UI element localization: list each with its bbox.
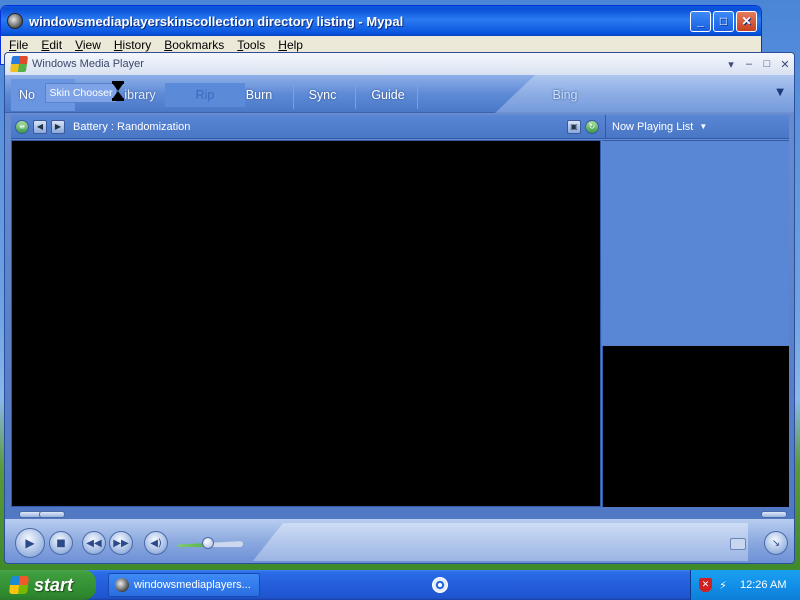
browser-title: windowsmediaplayerskinscollection direct… bbox=[29, 13, 404, 29]
now-playing-list-dropdown[interactable]: Now Playing List ▼ bbox=[605, 114, 789, 139]
chevron-down-icon: ▼ bbox=[699, 122, 708, 131]
skin-mode-icon[interactable]: ↻ bbox=[585, 119, 599, 134]
menu-bookmarks[interactable]: Bookmarks bbox=[164, 38, 224, 52]
fullscreen-icon[interactable]: ▣ bbox=[567, 119, 581, 134]
playlist-details-panel bbox=[602, 346, 789, 507]
resize-handle-left-2[interactable] bbox=[39, 511, 65, 518]
hourglass-icon bbox=[112, 81, 124, 103]
network-icon[interactable]: ⚡ bbox=[716, 578, 730, 592]
visualization-name: Battery : Randomization bbox=[73, 120, 191, 133]
wmp-logo-icon bbox=[9, 56, 29, 72]
tab-separator bbox=[417, 81, 418, 109]
playlist-panel[interactable] bbox=[602, 140, 789, 345]
info-prev-icon[interactable]: ◀ bbox=[33, 119, 47, 134]
wmp-maximize-button[interactable]: □ bbox=[758, 58, 776, 70]
mypal-app-icon bbox=[7, 13, 23, 29]
taskbar-item-label: windowsmediaplayers... bbox=[134, 579, 251, 591]
skin-chooser-tooltip: Skin Chooser bbox=[45, 83, 117, 103]
menu-tools[interactable]: Tools bbox=[237, 38, 265, 52]
menu-view[interactable]: View bbox=[75, 38, 101, 52]
clock[interactable]: 12:26 AM bbox=[740, 579, 786, 591]
next-icon[interactable]: ▶▶ bbox=[109, 531, 133, 555]
windows-flag-icon bbox=[9, 576, 29, 594]
browser-title-bar[interactable]: windowsmediaplayerskinscollection direct… bbox=[1, 6, 761, 36]
play-icon[interactable]: ▶ bbox=[15, 528, 45, 558]
wmp-minimize-button[interactable]: – bbox=[740, 58, 758, 70]
prev-icon[interactable]: ◀◀ bbox=[82, 531, 106, 555]
stop-icon[interactable]: ■ bbox=[49, 531, 73, 555]
taskbar: start windowsmediaplayers... ✕ ⚡ 12:26 A… bbox=[0, 570, 800, 600]
browser-minimize-button[interactable]: _ bbox=[690, 10, 711, 32]
menu-edit[interactable]: Edit bbox=[41, 38, 62, 52]
volume-knob[interactable] bbox=[202, 537, 214, 549]
tab-guide[interactable]: Guide bbox=[358, 83, 418, 107]
menu-help[interactable]: Help bbox=[278, 38, 303, 52]
playback-controls: ▶ ■ ◀◀ ▶▶ ◀) ↘ bbox=[5, 519, 794, 563]
seek-panel bbox=[253, 523, 748, 561]
start-label: start bbox=[34, 574, 74, 595]
wmp-tab-bar: No ibrary Rip Burn Sync Guide Bing ▼ Ski… bbox=[5, 75, 794, 113]
wmp-close-button[interactable]: ✕ bbox=[776, 58, 794, 71]
compact-mode-icon[interactable] bbox=[730, 538, 746, 550]
start-button[interactable]: start bbox=[0, 570, 96, 600]
tab-sync[interactable]: Sync bbox=[295, 83, 350, 107]
now-playing-list-label: Now Playing List bbox=[612, 120, 694, 133]
wmp-title: Windows Media Player bbox=[32, 58, 144, 70]
video-area[interactable] bbox=[11, 140, 601, 507]
taskbar-item-mypal[interactable]: windowsmediaplayers... bbox=[108, 573, 260, 597]
mypal-taskbar-icon bbox=[115, 578, 129, 592]
tab-dropdown-chevron-icon[interactable]: ▼ bbox=[776, 87, 784, 98]
playlist-toggle-icon[interactable]: ≡ bbox=[15, 119, 29, 134]
mute-icon[interactable]: ◀) bbox=[144, 531, 168, 555]
wmp-menu-chevron-icon[interactable]: ▾ bbox=[722, 58, 740, 71]
tab-burn[interactable]: Burn bbox=[233, 83, 285, 107]
info-next-icon[interactable]: ▶ bbox=[51, 119, 65, 134]
wmp-title-bar[interactable]: Windows Media Player ▾ – □ ✕ bbox=[5, 53, 794, 75]
switch-to-compact-icon[interactable]: ↘ bbox=[764, 531, 788, 555]
resize-handles bbox=[11, 511, 789, 519]
tab-bing[interactable]: Bing bbox=[535, 83, 595, 107]
menu-history[interactable]: History bbox=[114, 38, 151, 52]
menu-file[interactable]: File bbox=[9, 38, 28, 52]
tab-separator bbox=[355, 81, 356, 109]
shield-icon[interactable]: ✕ bbox=[699, 578, 712, 592]
media-player-quicklaunch-icon[interactable] bbox=[432, 577, 448, 593]
wmp-window: Windows Media Player ▾ – □ ✕ No ibrary R… bbox=[4, 52, 795, 564]
browser-maximize-button[interactable]: □ bbox=[713, 10, 734, 32]
tab-separator bbox=[293, 81, 294, 109]
resize-handle-right[interactable] bbox=[761, 511, 787, 518]
system-tray: ✕ ⚡ 12:26 AM bbox=[690, 570, 800, 600]
wmp-info-bar: ≡ ◀ ▶ Battery : Randomization ▣ ↻ Now Pl… bbox=[11, 114, 789, 139]
browser-close-button[interactable]: ✕ bbox=[736, 10, 757, 32]
